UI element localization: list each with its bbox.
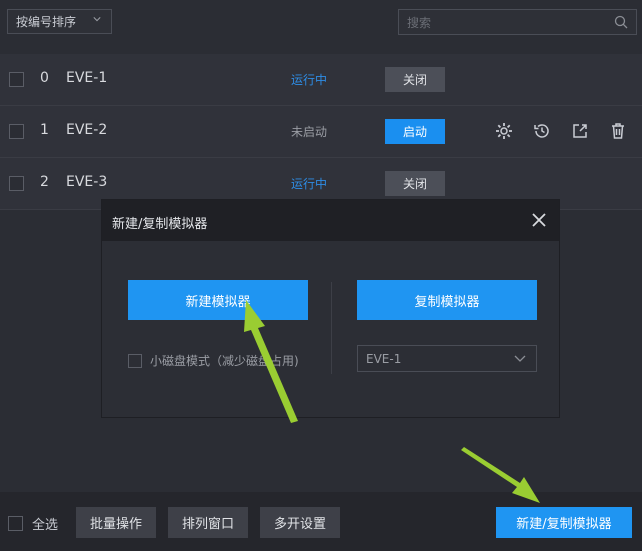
new-emulator-button[interactable]: 新建模拟器 bbox=[128, 280, 308, 320]
dialog-title: 新建/复制模拟器 bbox=[112, 217, 208, 232]
search-icon[interactable] bbox=[614, 15, 628, 29]
row-name: EVE-1 bbox=[66, 70, 108, 86]
close-button[interactable]: 关闭 bbox=[385, 171, 445, 196]
status-badge: 未启动 bbox=[291, 125, 328, 139]
new-copy-emulator-button[interactable]: 新建/复制模拟器 bbox=[496, 507, 632, 538]
close-button[interactable]: 关闭 bbox=[385, 67, 445, 92]
status-badge: 运行中 bbox=[291, 73, 328, 87]
table-row: 0 EVE-1 运行中 关闭 bbox=[0, 54, 642, 106]
row-actions bbox=[494, 121, 628, 141]
table-row: 1 EVE-2 未启动 启动 bbox=[0, 106, 642, 158]
search-input[interactable]: 搜索 bbox=[398, 9, 637, 35]
close-icon[interactable] bbox=[531, 212, 547, 228]
chevron-down-icon bbox=[93, 17, 101, 22]
emulator-list: 0 EVE-1 运行中 关闭 1 EVE-2 未启动 启动 2 EVE-3 运行… bbox=[0, 54, 642, 210]
export-icon[interactable] bbox=[570, 121, 590, 141]
top-bar: 按编号排序 搜索 bbox=[0, 0, 642, 48]
new-copy-dialog: 新建/复制模拟器 新建模拟器 复制模拟器 小磁盘模式（减少磁盘占用) EVE-1 bbox=[101, 199, 560, 418]
select-all-label: 全选 bbox=[32, 518, 59, 533]
row-index: 2 bbox=[40, 174, 49, 190]
row-checkbox[interactable] bbox=[9, 72, 24, 87]
row-index: 1 bbox=[40, 122, 49, 138]
trash-icon[interactable] bbox=[608, 121, 628, 141]
small-disk-option[interactable]: 小磁盘模式（减少磁盘占用) bbox=[128, 352, 299, 369]
chevron-down-icon bbox=[514, 355, 526, 362]
copy-source-value: EVE-1 bbox=[366, 351, 402, 366]
small-disk-label: 小磁盘模式（减少磁盘占用) bbox=[150, 354, 299, 368]
dialog-divider bbox=[331, 282, 332, 374]
row-name: EVE-2 bbox=[66, 122, 108, 138]
multi-settings-button[interactable]: 多开设置 bbox=[260, 507, 340, 538]
small-disk-checkbox[interactable] bbox=[128, 353, 142, 368]
batch-operation-button[interactable]: 批量操作 bbox=[76, 507, 156, 538]
row-checkbox[interactable] bbox=[9, 176, 24, 191]
dialog-header: 新建/复制模拟器 bbox=[102, 200, 559, 241]
sort-dropdown[interactable]: 按编号排序 bbox=[7, 9, 112, 34]
copy-emulator-button[interactable]: 复制模拟器 bbox=[357, 280, 537, 320]
row-index: 0 bbox=[40, 70, 49, 86]
history-icon[interactable] bbox=[532, 121, 552, 141]
sort-label: 按编号排序 bbox=[16, 15, 77, 29]
arrange-windows-button[interactable]: 排列窗口 bbox=[168, 507, 248, 538]
row-name: EVE-3 bbox=[66, 174, 108, 190]
gear-icon[interactable] bbox=[494, 121, 514, 141]
bottom-bar: 全选 批量操作 排列窗口 多开设置 新建/复制模拟器 bbox=[0, 492, 642, 551]
copy-source-select[interactable]: EVE-1 bbox=[357, 345, 537, 372]
start-button[interactable]: 启动 bbox=[385, 119, 445, 144]
search-placeholder: 搜索 bbox=[407, 15, 432, 30]
select-all-checkbox[interactable] bbox=[8, 516, 23, 531]
row-checkbox[interactable] bbox=[9, 124, 24, 139]
status-badge: 运行中 bbox=[291, 177, 328, 191]
select-all[interactable]: 全选 bbox=[8, 514, 58, 533]
